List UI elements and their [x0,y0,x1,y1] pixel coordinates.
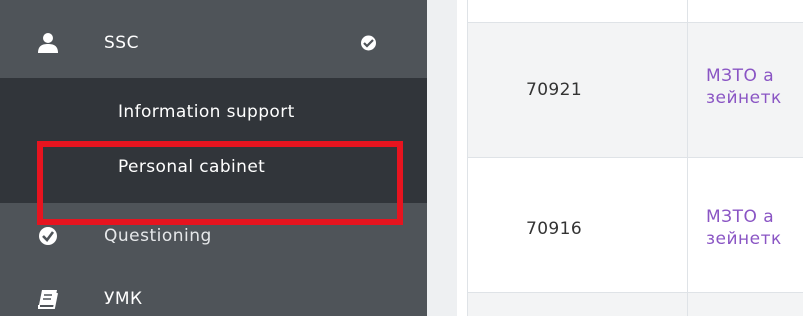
row-name-line: зейнетк [706,88,782,108]
check-circle-icon [36,224,60,248]
sidebar-item-ssc[interactable]: SSC [0,8,427,78]
sidebar-item-label: SSC [104,33,139,53]
sidebar: SSC Information support Personal cabinet… [0,0,427,316]
highlight-box [37,141,403,225]
sidebar-item-label: УМК [104,289,143,309]
row-id: 70916 [526,219,583,239]
content-gutter [427,0,457,316]
row-name-link[interactable]: МЗТО а зейнетк [706,65,803,109]
row-name-line: МЗТО а [706,207,775,227]
data-table: 70921 МЗТО а зейнетк 70916 МЗТО а зейнет… [457,0,803,316]
check-circle-icon [361,35,376,51]
row-name-line: МЗТО а [706,66,775,86]
row-name-link[interactable]: МЗТО а зейнетк [706,206,803,250]
row-id: 70921 [526,80,583,100]
sidebar-item-umk[interactable]: УМК [0,268,427,316]
user-icon [36,31,60,55]
book-icon [36,287,60,311]
sidebar-item-label: Questioning [104,226,212,246]
submenu-item-information-support[interactable]: Information support [118,102,295,122]
table-column-divider [687,0,688,316]
table-row [468,292,803,316]
table-row: 70916 МЗТО а зейнетк [468,157,803,293]
screen: SSC Information support Personal cabinet… [0,0,803,316]
row-name-line: зейнетк [706,229,782,249]
table-row: 70921 МЗТО а зейнетк [468,22,803,158]
table-row [468,0,803,22]
